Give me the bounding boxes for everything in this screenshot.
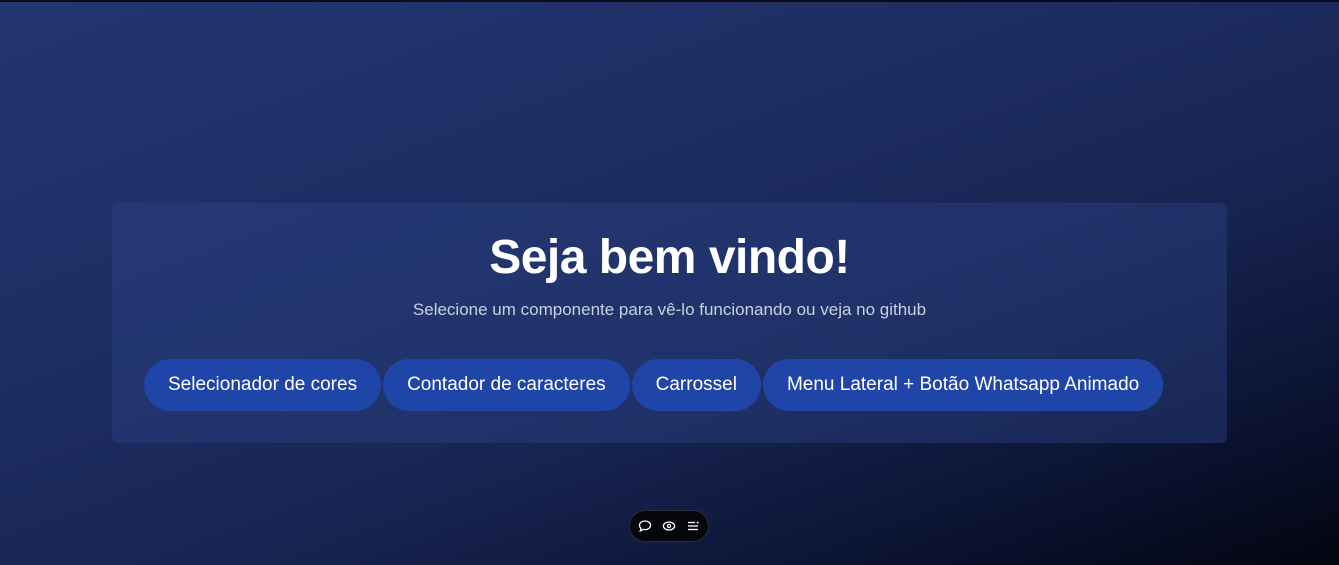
character-counter-button[interactable]: Contador de caracteres xyxy=(383,359,630,411)
page-title: Seja bem vindo! xyxy=(489,231,850,284)
menu-icon[interactable] xyxy=(686,519,700,533)
page-subtitle: Selecione um componente para vê-lo funci… xyxy=(412,300,927,319)
color-picker-button[interactable]: Selecionador de cores xyxy=(144,359,382,411)
side-menu-whatsapp-button[interactable]: Menu Lateral + Botão Whatsapp Animado xyxy=(762,359,1164,411)
component-buttons: Selecionador de cores Contador de caract… xyxy=(144,359,1164,411)
carousel-button[interactable]: Carrossel xyxy=(631,359,761,411)
eye-icon[interactable] xyxy=(662,519,676,533)
comment-icon[interactable] xyxy=(638,519,652,533)
floating-toolbar xyxy=(629,510,709,542)
welcome-card: Seja bem vindo! Selecione um componente … xyxy=(112,203,1227,443)
